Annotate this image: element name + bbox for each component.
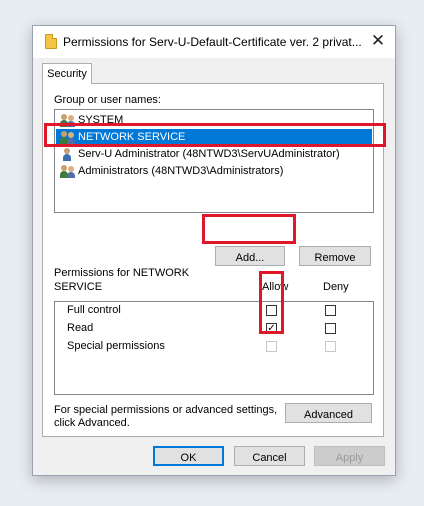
security-panel: Group or user names: SYSTEM NETWORK SERV… [42,83,384,437]
full-control-deny-checkbox[interactable] [325,305,336,316]
dialog-title: Permissions for Serv-U-Default-Certifica… [63,35,362,49]
remove-button[interactable]: Remove [299,246,371,266]
close-icon[interactable]: ✕ [369,32,387,50]
perm-row-special-permissions: Special permissions [55,338,373,356]
user-group-icon [60,114,76,127]
user-list[interactable]: SYSTEM NETWORK SERVICE Serv-U Administra… [54,109,374,213]
deny-column-label: Deny [323,281,349,293]
tab-security[interactable]: Security [42,63,92,84]
perm-row-read: Read ✓ [55,320,373,338]
cancel-button[interactable]: Cancel [234,446,305,466]
advanced-hint-line1: For special permissions or advanced sett… [54,404,278,416]
permissions-header-line2: SERVICE [54,281,103,293]
list-item-label: NETWORK SERVICE [78,131,186,143]
full-control-allow-checkbox[interactable] [266,305,277,316]
permissions-dialog: Permissions for Serv-U-Default-Certifica… [32,25,396,476]
ok-button[interactable]: OK [153,446,224,466]
read-allow-checkbox[interactable]: ✓ [266,323,277,334]
title-bar[interactable]: Permissions for Serv-U-Default-Certifica… [33,26,395,58]
advanced-button[interactable]: Advanced [285,403,372,423]
list-item-label: SYSTEM [78,114,124,126]
perm-name: Full control [67,304,121,316]
permissions-list: Full control Read ✓ Special permissions [54,301,374,395]
special-deny-checkbox [325,341,336,352]
list-item-network-service[interactable]: NETWORK SERVICE [56,129,372,146]
user-icon [60,148,76,161]
list-item-label: Administrators (48NTWD3\Administrators) [78,165,284,177]
file-icon [45,34,57,49]
list-item-system[interactable]: SYSTEM [56,112,372,129]
list-item-administrators[interactable]: Administrators (48NTWD3\Administrators) [56,163,372,180]
apply-button: Apply [314,446,385,466]
special-allow-checkbox [266,341,277,352]
list-item-servu-administrator[interactable]: Serv-U Administrator (48NTWD3\ServUAdmin… [56,146,372,163]
perm-name: Special permissions [67,340,165,352]
advanced-hint-line2: click Advanced. [54,417,130,429]
allow-column-label: Allow [262,281,289,293]
list-item-label: Serv-U Administrator (48NTWD3\ServUAdmin… [78,148,340,160]
user-group-icon [60,165,76,178]
read-deny-checkbox[interactable] [325,323,336,334]
user-group-icon [60,131,76,144]
group-label: Group or user names: [54,94,161,106]
perm-name: Read [67,322,94,334]
permissions-header-line1: Permissions for NETWORK [54,267,190,279]
perm-row-full-control: Full control [55,302,373,320]
add-button[interactable]: Add... [215,246,285,266]
